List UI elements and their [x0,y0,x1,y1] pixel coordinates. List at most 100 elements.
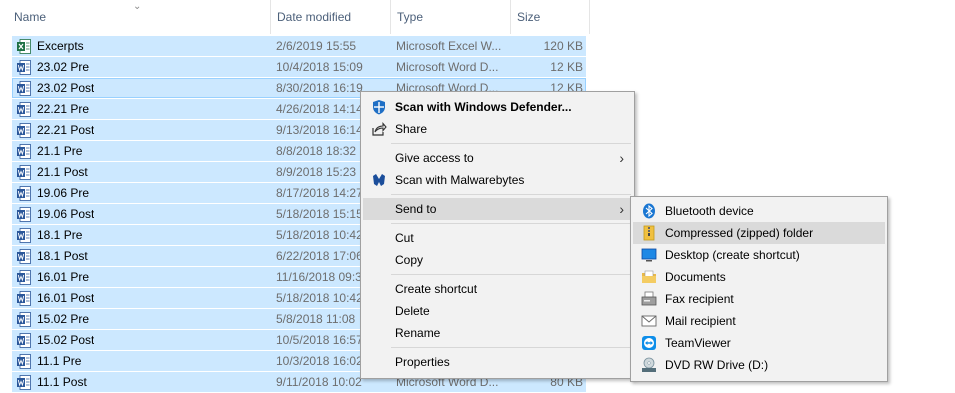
file-name: 15.02 Post [37,333,95,347]
excel-file-icon [17,39,31,54]
file-name: 16.01 Pre [37,270,90,284]
submenu-item-documents[interactable]: Documents [633,266,885,288]
word-file-icon [17,291,31,306]
menu-label: Send to [395,202,437,216]
submenu-label: Fax recipient [665,292,734,306]
share-icon [372,122,387,136]
word-file-icon [17,186,31,201]
word-file-icon [17,228,31,243]
file-name: 23.02 Pre [37,60,90,74]
submenu-label: Documents [665,270,726,284]
file-name: 21.1 Pre [37,144,83,158]
submenu-label: DVD RW Drive (D:) [665,358,769,372]
submenu-label: Mail recipient [665,314,736,328]
documents-icon [642,270,656,283]
word-file-icon [17,207,31,222]
menu-separator [391,194,631,195]
word-file-icon [17,81,31,96]
word-file-icon [17,249,31,264]
column-type[interactable]: Type [390,0,510,34]
submenu-item-teamviewer[interactable]: TeamViewer [633,332,885,354]
submenu-item-desktop[interactable]: Desktop (create shortcut) [633,244,885,266]
file-name: 11.1 Pre [37,354,82,368]
file-size: 120 KB [543,39,583,53]
file-type: Microsoft Excel W... [396,39,502,53]
submenu-label: Compressed (zipped) folder [665,226,814,240]
submenu-item-compressed-folder[interactable]: Compressed (zipped) folder [633,222,885,244]
submenu-item-bluetooth[interactable]: Bluetooth device [633,200,885,222]
file-row[interactable]: Excerpts 2/6/2019 15:55 Microsoft Excel W.… [12,36,586,56]
mail-icon [641,315,657,327]
file-type: Microsoft Word D... [396,60,499,74]
menu-label: Give access to [395,151,474,165]
file-name: 19.06 Pre [37,186,90,200]
file-name: 22.21 Pre [37,102,90,116]
menu-label: Scan with Windows Defender... [395,100,572,114]
teamviewer-icon [642,336,656,350]
menu-item-scan-defender[interactable]: Scan with Windows Defender... [363,96,632,118]
menu-label: Create shortcut [395,282,478,296]
fax-icon [641,291,657,306]
file-size: 12 KB [550,60,583,74]
chevron-right-icon: › [619,201,624,217]
submenu-item-mail[interactable]: Mail recipient [633,310,885,332]
sort-chevron-icon: ⌄ [133,1,142,12]
menu-label: Copy [395,253,424,267]
menu-item-properties[interactable]: Properties [363,351,632,373]
menu-label: Rename [395,326,441,340]
bluetooth-icon [643,203,655,219]
menu-item-delete[interactable]: Delete [363,300,632,322]
word-file-icon [17,312,31,327]
menu-label: Cut [395,231,414,245]
word-file-icon [17,354,31,369]
file-date-modified: 10/4/2018 15:09 [276,60,363,74]
file-name: Excerpts [37,39,84,53]
menu-label: Properties [395,355,450,369]
chevron-right-icon: › [619,150,624,166]
malwarebytes-icon [373,174,385,186]
context-menu: Scan with Windows Defender... Share Give… [360,91,635,379]
file-date-modified: 2/6/2019 15:55 [276,39,357,53]
menu-item-send-to[interactable]: Send to › [363,198,632,220]
menu-label: Share [395,122,428,136]
menu-label: Delete [395,304,430,318]
column-date-modified[interactable]: Date modified [270,0,390,34]
dvd-drive-icon [642,357,656,372]
windows-defender-icon [373,100,385,115]
menu-item-create-shortcut[interactable]: Create shortcut [363,278,632,300]
menu-item-scan-malwarebytes[interactable]: Scan with Malwarebytes [363,169,632,191]
desktop-icon [641,248,657,262]
column-size[interactable]: Size [510,0,590,34]
menu-item-cut[interactable]: Cut [363,227,632,249]
menu-separator [391,223,631,224]
submenu-item-fax[interactable]: Fax recipient [633,288,885,310]
word-file-icon [17,375,31,390]
column-header: Name ⌄ Date modified Type Size [0,0,590,34]
menu-item-rename[interactable]: Rename [363,322,632,344]
word-file-icon [17,165,31,180]
word-file-icon [17,144,31,159]
submenu-item-dvd-drive[interactable]: DVD RW Drive (D:) [633,354,885,376]
file-name: 16.01 Post [37,291,95,305]
file-name: 18.1 Post [37,249,88,263]
file-name: 19.06 Post [37,207,95,221]
send-to-submenu: Bluetooth device Compressed (zipped) fol… [630,196,888,382]
file-name: 15.02 Pre [37,312,90,326]
file-name: 23.02 Post [37,81,95,95]
submenu-label: Desktop (create shortcut) [665,248,800,262]
menu-separator [391,347,631,348]
submenu-label: TeamViewer [665,336,731,350]
zip-folder-icon [643,225,655,241]
menu-separator [391,143,631,144]
menu-item-give-access[interactable]: Give access to › [363,147,632,169]
word-file-icon [17,102,31,117]
menu-item-copy[interactable]: Copy [363,249,632,271]
file-name: 11.1 Post [37,375,87,389]
file-row[interactable]: 23.02 Pre 10/4/2018 15:09 Microsoft Word D… [12,57,586,77]
word-file-icon [17,123,31,138]
menu-separator [391,274,631,275]
word-file-icon [17,270,31,285]
file-name: 18.1 Pre [37,228,83,242]
menu-item-share[interactable]: Share [363,118,632,140]
word-file-icon [17,333,31,348]
